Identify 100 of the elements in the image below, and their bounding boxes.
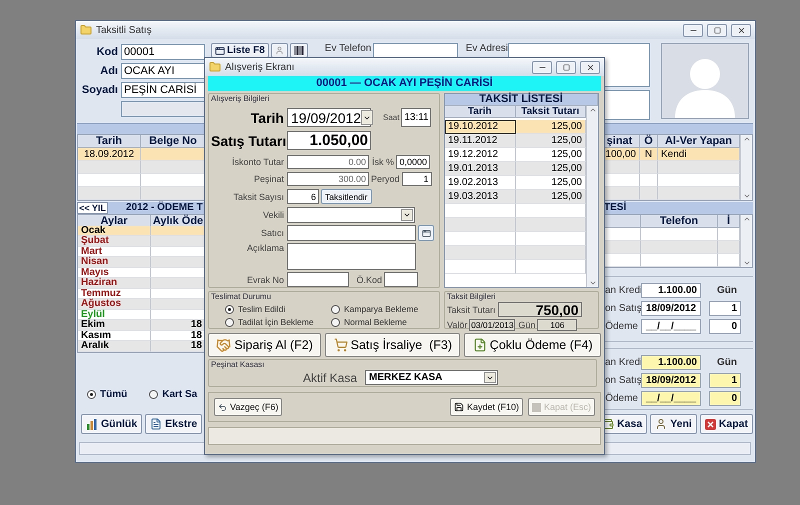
- table-cell: [516, 204, 586, 218]
- toolbar-button[interactable]: Kapat: [700, 414, 753, 434]
- action-button[interactable]: Çoklu Ödeme (F4): [464, 333, 601, 357]
- table-cell[interactable]: 19.10.2012: [445, 120, 516, 134]
- panel-title: TESİ: [604, 202, 753, 214]
- text-field[interactable]: PEŞİN CARİSİ: [121, 82, 205, 98]
- text-field[interactable]: 18/09/2012: [641, 373, 701, 388]
- amount-field[interactable]: 1.050,00: [287, 131, 371, 150]
- table-cell[interactable]: 19.03.2013: [445, 190, 516, 204]
- scroll-up-icon[interactable]: [588, 106, 596, 114]
- text-field[interactable]: 18/09/2012: [641, 301, 701, 316]
- field-label: Açıklama: [246, 243, 285, 253]
- table-cell[interactable]: 125,00: [516, 162, 586, 176]
- action-button[interactable]: Sipariş Al (F2): [208, 333, 322, 357]
- minimize-button[interactable]: [683, 24, 703, 36]
- text-field[interactable]: OCAK AYI: [121, 63, 205, 79]
- text-field[interactable]: 0,0000: [396, 155, 430, 169]
- table-cell: [445, 246, 516, 260]
- table-cell: [151, 299, 206, 310]
- dropdown-field[interactable]: MERKEZ KASA: [365, 370, 498, 385]
- table-cell[interactable]: 125,00: [516, 134, 586, 148]
- scroll-up-icon[interactable]: [742, 215, 750, 223]
- table-cell: [141, 148, 206, 161]
- column-header: Taksit Tutarı: [516, 106, 586, 118]
- field-label: Kod: [96, 46, 119, 58]
- text-field[interactable]: __/__/____: [641, 319, 701, 334]
- days-field[interactable]: 1: [709, 373, 741, 388]
- radio-button[interactable]: Tadilat İçin Bekleme: [225, 317, 331, 327]
- table-cell[interactable]: 125,00: [516, 120, 586, 134]
- handshake-icon: [216, 338, 232, 352]
- text-field[interactable]: [287, 272, 349, 287]
- table-cell[interactable]: 19.02.2013: [445, 176, 516, 190]
- person-icon: [274, 46, 284, 55]
- days-field[interactable]: 0: [709, 391, 741, 406]
- installment-button[interactable]: Taksitlendir: [321, 189, 372, 204]
- maximize-button[interactable]: [556, 60, 576, 74]
- text-field[interactable]: 1.100.00: [641, 283, 701, 298]
- scrollbar[interactable]: [740, 135, 752, 200]
- text-field[interactable]: 1: [402, 172, 432, 186]
- person-button[interactable]: [270, 43, 288, 58]
- dropdown-button[interactable]: [361, 110, 374, 125]
- table-cell: [78, 187, 141, 200]
- toolbar-button[interactable]: Ekstre: [145, 414, 202, 434]
- radio-button[interactable]: Tümü: [87, 389, 128, 400]
- toolbar-button[interactable]: Günlük: [81, 414, 142, 434]
- time-field[interactable]: 13:11: [401, 108, 432, 127]
- dropdown-button[interactable]: [484, 372, 496, 383]
- text-field[interactable]: [384, 272, 418, 287]
- month-cell: Temmuz: [78, 288, 151, 299]
- scroll-down-icon[interactable]: [742, 192, 750, 200]
- text-field[interactable]: [287, 225, 416, 241]
- text-field[interactable]: __/__/____: [641, 391, 701, 406]
- scroll-down-icon[interactable]: [742, 259, 750, 267]
- group-title: Taksit Bilgileri: [447, 292, 496, 302]
- dropdown-button[interactable]: [401, 209, 413, 221]
- back-button[interactable]: << YIL: [77, 202, 108, 214]
- days-field[interactable]: 1: [709, 301, 741, 316]
- scroll-up-icon[interactable]: [742, 135, 750, 143]
- close-button[interactable]: [580, 60, 600, 74]
- radio-button[interactable]: Kart Sa: [149, 389, 198, 400]
- dropdown-field[interactable]: [287, 207, 415, 223]
- phone-field[interactable]: [373, 43, 458, 58]
- barcode-button[interactable]: [290, 43, 308, 58]
- text-field[interactable]: 6: [287, 189, 319, 204]
- text-area[interactable]: [287, 243, 416, 270]
- radio-button[interactable]: Kamparya Bekleme: [331, 304, 437, 314]
- text-field[interactable]: 0.00: [287, 155, 369, 169]
- scrollbar[interactable]: [586, 106, 598, 287]
- scroll-down-icon[interactable]: [588, 279, 596, 287]
- table-cell[interactable]: 125,00: [516, 176, 586, 190]
- close-button[interactable]: [731, 24, 751, 36]
- text-field[interactable]: 00001: [121, 44, 205, 60]
- date-picker[interactable]: 19/09/2012: [287, 108, 371, 127]
- document-icon: [150, 418, 162, 430]
- cancel-button[interactable]: Vazgeç (F6): [214, 398, 282, 416]
- table-cell[interactable]: 19.12.2012: [445, 148, 516, 162]
- days-field[interactable]: 0: [709, 319, 741, 334]
- save-button[interactable]: Kaydet (F10): [450, 398, 523, 416]
- text-field[interactable]: 1.100.00: [641, 355, 701, 370]
- table-cell[interactable]: 125,00: [516, 148, 586, 162]
- action-button[interactable]: Satış İrsaliye (F3): [325, 333, 460, 357]
- table-cell: [516, 246, 586, 260]
- text-field[interactable]: 300.00: [287, 172, 369, 186]
- month-cell: Şubat: [78, 236, 151, 246]
- table-cell: [640, 174, 658, 187]
- field-label: Peşinat: [252, 174, 285, 184]
- minimize-button[interactable]: [532, 60, 552, 74]
- month-cell: Mayıs: [78, 268, 151, 278]
- table-cell[interactable]: 19.11.2012: [445, 134, 516, 148]
- list-button[interactable]: Liste F8: [211, 43, 269, 58]
- lookup-button[interactable]: [418, 225, 434, 241]
- scrollbar[interactable]: [740, 215, 752, 267]
- toolbar-button[interactable]: Yeni: [650, 414, 697, 434]
- radio-button[interactable]: Teslim Edildi: [225, 304, 331, 314]
- radio-button[interactable]: Normal Bekleme: [331, 317, 437, 327]
- table-cell[interactable]: 19.01.2013: [445, 162, 516, 176]
- field-label: on Satış: [605, 303, 641, 314]
- maximize-button[interactable]: [707, 24, 727, 36]
- table-cell[interactable]: 125,00: [516, 190, 586, 204]
- table-cell: [151, 257, 206, 268]
